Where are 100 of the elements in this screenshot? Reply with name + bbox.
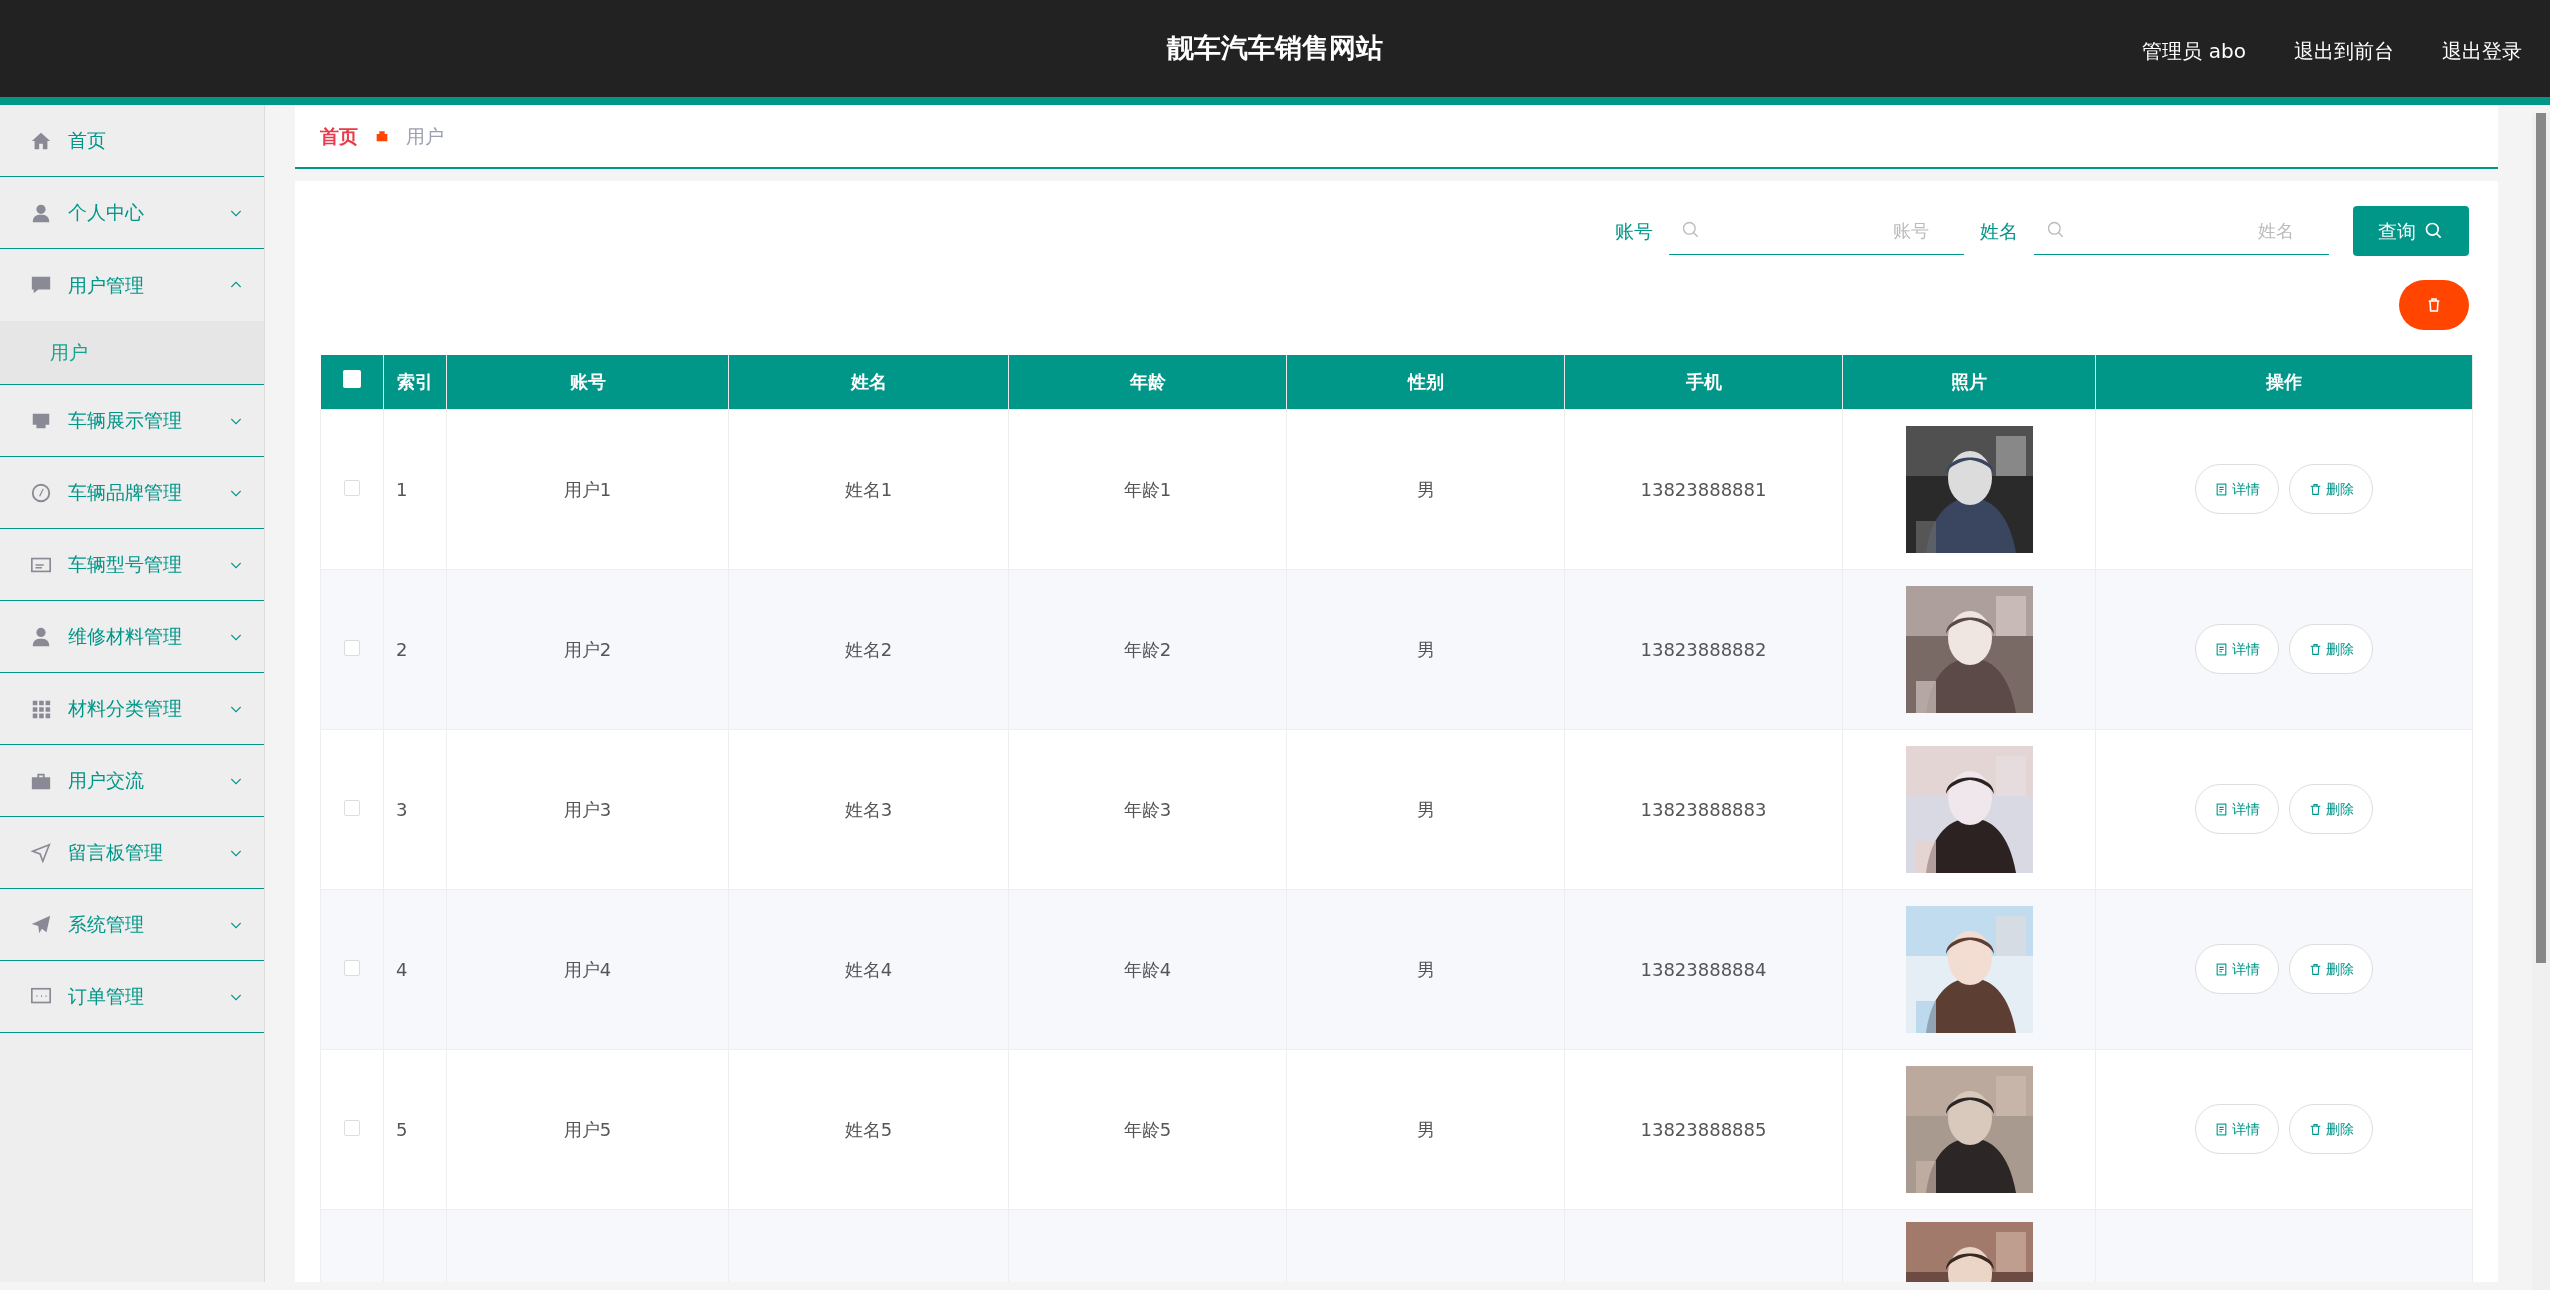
name-cell: 姓名2	[844, 638, 893, 660]
scrollbar-thumb[interactable]	[2536, 113, 2546, 963]
gender-cell: 男	[1416, 638, 1435, 660]
sidebar-item[interactable]: 留言板管理	[0, 817, 264, 889]
site-title: 靓车汽车销售网站	[1167, 31, 1383, 66]
compass-icon	[30, 481, 52, 504]
phone-cell: 13823888884	[1640, 958, 1767, 980]
account-cell: 用户3	[563, 798, 612, 820]
column-header: 照片	[1951, 371, 1987, 393]
search-icon	[1681, 220, 1701, 240]
account-cell: 用户1	[563, 478, 612, 500]
delete-button[interactable]: 删除	[2289, 624, 2373, 674]
header-link[interactable]: 退出到前台	[2294, 36, 2394, 66]
age-cell: 年龄1	[1123, 478, 1172, 500]
document-icon	[2214, 482, 2228, 496]
row-checkbox[interactable]	[344, 479, 360, 496]
sidebar-subitem[interactable]: 用户	[0, 321, 264, 385]
document-icon	[2214, 802, 2228, 816]
chat-bubble-icon	[30, 274, 52, 296]
header-link[interactable]: 管理员 abo	[2142, 36, 2246, 66]
account-cell: 用户4	[563, 958, 612, 980]
row-checkbox[interactable]	[344, 959, 360, 976]
search-icon	[2424, 221, 2444, 241]
index-cell: 2	[396, 638, 408, 660]
trash-icon	[2308, 1122, 2322, 1136]
name-cell: 姓名4	[844, 958, 893, 980]
phone-cell: 13823888885	[1640, 1118, 1767, 1140]
sidebar-item[interactable]: 维修材料管理	[0, 601, 264, 673]
index-cell: 1	[396, 478, 408, 500]
header-link[interactable]: 退出登录	[2442, 36, 2522, 66]
column-header: 账号	[569, 371, 606, 393]
name-cell: 姓名3	[844, 798, 893, 820]
age-cell: 年龄2	[1123, 638, 1172, 660]
details-button[interactable]: 详情	[2195, 784, 2279, 834]
send-arrow-icon	[30, 841, 52, 864]
field-label: 姓名	[1980, 218, 2018, 244]
column-header: 年龄	[1129, 371, 1166, 393]
index-cell: 3	[396, 798, 408, 820]
column-header: 手机	[1685, 371, 1722, 393]
gender-cell: 男	[1416, 478, 1435, 500]
phone-cell: 13823888883	[1640, 798, 1767, 820]
trash-icon	[2308, 642, 2322, 656]
column-header: 操作	[2266, 371, 2302, 393]
column-header: 姓名	[850, 371, 887, 393]
gender-cell: 男	[1416, 798, 1435, 820]
sidebar-item[interactable]: 用户管理	[0, 249, 264, 321]
index-cell: 4	[396, 958, 408, 980]
scrollbar[interactable]	[2532, 113, 2550, 1290]
row-checkbox[interactable]	[344, 639, 360, 656]
sidebar-item[interactable]: 首页	[0, 105, 264, 177]
trash-icon	[2308, 482, 2322, 496]
account-cell: 用户2	[563, 638, 612, 660]
breadcrumb-separator-icon	[374, 128, 390, 144]
field-label: 账号	[1615, 218, 1653, 244]
details-button[interactable]: 详情	[2195, 1104, 2279, 1154]
search-field[interactable]: 姓名	[2034, 207, 2329, 255]
age-cell: 年龄5	[1123, 1118, 1172, 1140]
age-cell: 年龄4	[1123, 958, 1172, 980]
index-cell: 5	[396, 1118, 408, 1140]
delete-button[interactable]: 删除	[2289, 784, 2373, 834]
row-checkbox[interactable]	[344, 799, 360, 816]
delete-button[interactable]: 删除	[2289, 944, 2373, 994]
details-button[interactable]: 详情	[2195, 944, 2279, 994]
sidebar-item[interactable]: 车辆型号管理	[0, 529, 264, 601]
document-icon	[2214, 962, 2228, 976]
delete-button[interactable]	[2399, 280, 2469, 330]
phone-cell: 13823888882	[1640, 638, 1767, 660]
sidebar-item[interactable]: 车辆品牌管理	[0, 457, 264, 529]
age-cell: 年龄3	[1123, 798, 1172, 820]
sidebar-item[interactable]: 材料分类管理	[0, 673, 264, 745]
column-header: 索引	[397, 371, 433, 393]
trash-icon	[2426, 297, 2442, 313]
sidebar-item[interactable]: 订单管理	[0, 961, 264, 1033]
sidebar-item[interactable]: 车辆展示管理	[0, 385, 264, 457]
name-cell: 姓名5	[844, 1118, 893, 1140]
gender-cell: 男	[1416, 958, 1435, 980]
document-icon	[2214, 642, 2228, 656]
phone-cell: 13823888881	[1640, 478, 1767, 500]
row-checkbox[interactable]	[344, 1119, 360, 1136]
details-button[interactable]: 详情	[2195, 464, 2279, 514]
delete-button[interactable]: 删除	[2289, 464, 2373, 514]
sidebar-item[interactable]: 个人中心	[0, 177, 264, 249]
gender-cell: 男	[1416, 1118, 1435, 1140]
sidebar-item[interactable]: 系统管理	[0, 889, 264, 961]
breadcrumb-current: 用户	[406, 123, 444, 149]
search-icon	[2046, 220, 2066, 240]
trash-icon	[2308, 802, 2322, 816]
breadcrumb-link[interactable]: 首页	[320, 121, 358, 151]
name-cell: 姓名1	[844, 478, 893, 500]
person-icon	[30, 625, 52, 648]
search-button[interactable]: 查询	[2353, 206, 2469, 256]
trash-icon	[2308, 962, 2322, 976]
select-all-checkbox[interactable]	[342, 370, 361, 389]
delete-button[interactable]: 删除	[2289, 1104, 2373, 1154]
account-cell: 用户5	[563, 1118, 612, 1140]
sidebar-item[interactable]: 用户交流	[0, 745, 264, 817]
details-button[interactable]: 详情	[2195, 624, 2279, 674]
column-header: 性别	[1407, 371, 1444, 393]
search-field[interactable]: 账号	[1669, 207, 1964, 255]
paper-plane-icon	[30, 913, 52, 936]
